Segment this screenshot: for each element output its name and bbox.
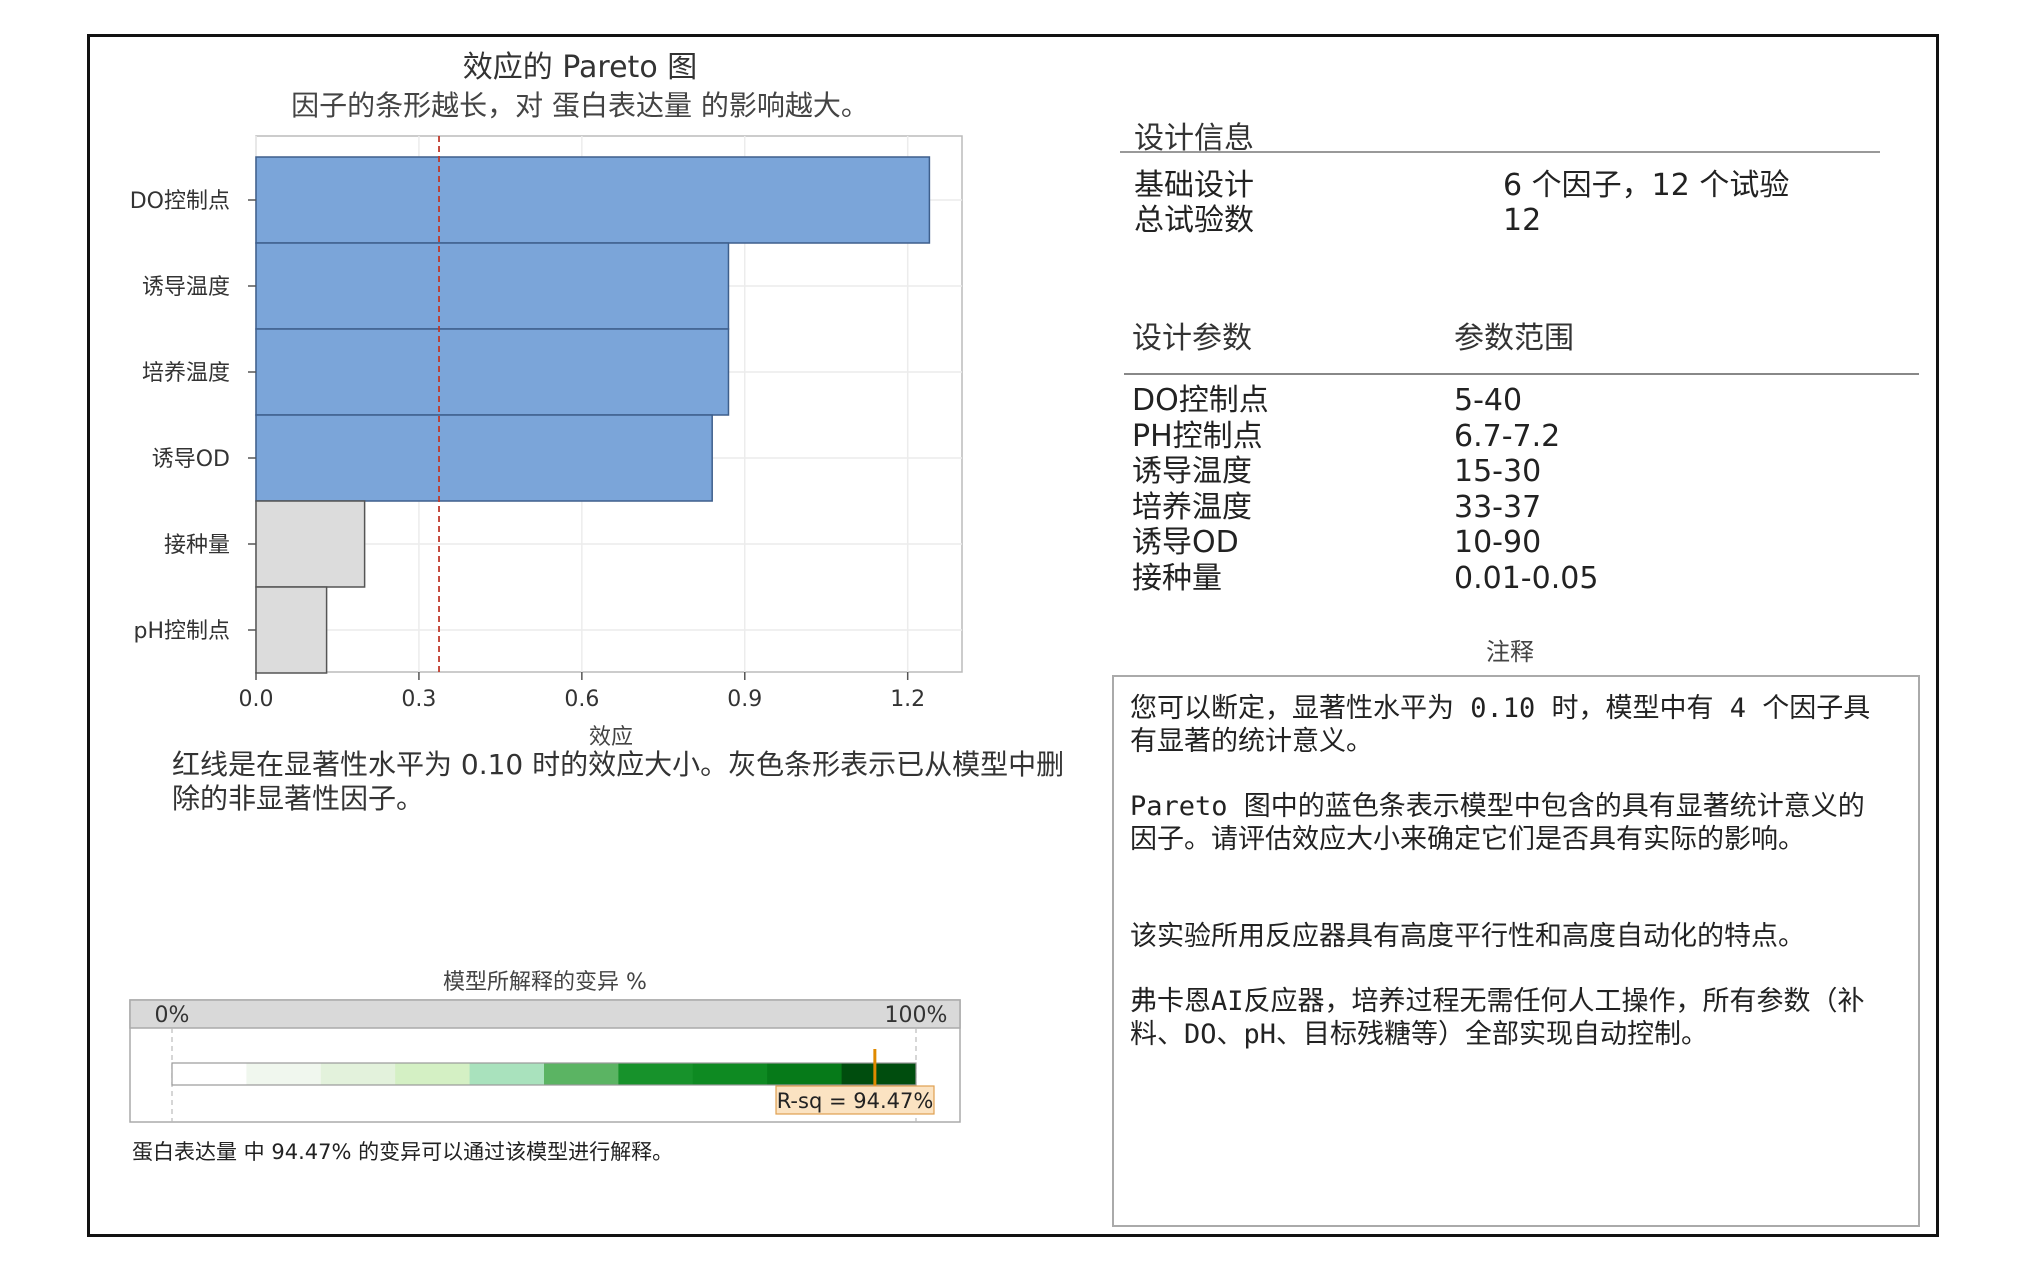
gradient-segment <box>618 1063 694 1085</box>
param-name: PH控制点 <box>1132 418 1263 454</box>
param-range: 10-90 <box>1454 525 1542 560</box>
note-paragraph: 弗卡恩AI反应器，培养过程无需任何人工操作，所有参数（补料、DO、pH、目标残糖… <box>1130 986 1865 1050</box>
param-name: 培养温度 <box>1132 489 1252 525</box>
param-name: 诱导OD <box>1132 525 1239 560</box>
note-paragraph: Pareto 图中的蓝色条表示模型中包含的具有显著统计意义的因子。请评估效应大小… <box>1130 791 1865 855</box>
gradient-segment <box>544 1063 619 1085</box>
param-range: 33-37 <box>1454 489 1542 525</box>
note-paragraph: 您可以断定，显著性水平为 0.10 时，模型中有 4 个因子具有显著的统计意义。 <box>1130 693 1871 757</box>
design-info-divider <box>1120 151 1880 153</box>
params-divider <box>1124 373 1919 375</box>
param-range: 15-30 <box>1454 454 1542 489</box>
design-row-value: 12 <box>1503 203 1542 238</box>
param-range: 6.7-7.2 <box>1454 418 1561 454</box>
gradient-segment <box>320 1063 396 1085</box>
scale-label-min: 0% <box>155 1003 190 1028</box>
param-name: 接种量 <box>1132 560 1222 596</box>
design-row-value: 6 个因子，12 个试验 <box>1503 168 1790 203</box>
gradient-segment <box>469 1063 545 1085</box>
design-row-label: 总试验数 <box>1134 203 1254 238</box>
gradient-segment <box>692 1063 768 1085</box>
param-range: 0.01-0.05 <box>1454 560 1599 596</box>
params-col-name-header: 设计参数 <box>1132 321 1252 356</box>
variance-footnote: 蛋白表达量 中 94.47% 的变异可以通过该模型进行解释。 <box>132 1140 674 1164</box>
rsq-label: R-sq = 94.47% <box>777 1089 934 1113</box>
design-row-label: 基础设计 <box>1134 168 1254 203</box>
param-range: 5-40 <box>1454 383 1523 418</box>
gradient-segment <box>767 1063 843 1085</box>
notes-label: 注释 <box>1486 638 1534 666</box>
param-name: 诱导温度 <box>1132 454 1252 489</box>
gradient-segment <box>395 1063 471 1085</box>
gradient-segment <box>172 1063 247 1085</box>
params-col-range-header: 参数范围 <box>1454 321 1574 356</box>
param-name: DO控制点 <box>1132 383 1269 418</box>
scale-label-max: 100% <box>885 1003 948 1028</box>
gradient-segment <box>841 1063 917 1085</box>
variance-scale-header <box>129 999 961 1029</box>
note-paragraph: 该实验所用反应器具有高度平行性和高度自动化的特点。 <box>1130 921 1805 952</box>
gradient-segment <box>246 1063 322 1085</box>
